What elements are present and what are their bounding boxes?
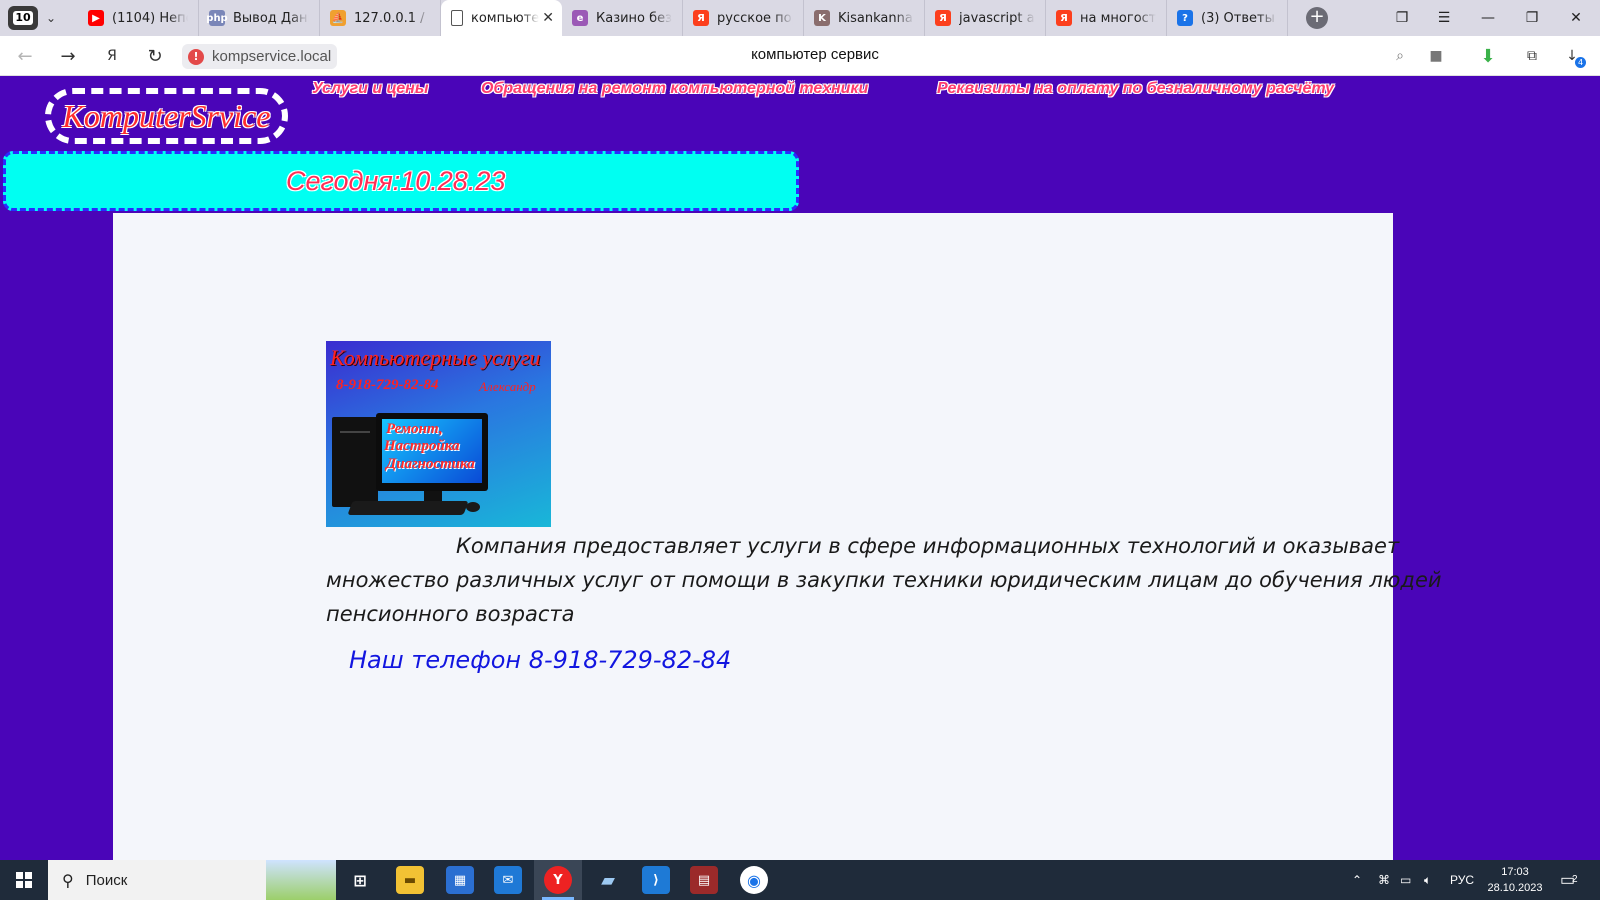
browser-tab[interactable]: ? (3) Ответы М — [1167, 0, 1288, 36]
phpmyadmin-icon: ⛵ — [330, 10, 346, 26]
clock-date: 28.10.2023 — [1487, 882, 1543, 894]
network-icon[interactable]: ▭ — [1400, 860, 1411, 900]
taskbar-search[interactable]: ⚲ Поиск — [48, 860, 336, 900]
banner-service-setup: Настройка — [384, 438, 460, 454]
restore-button[interactable]: ❐ — [1510, 0, 1554, 36]
yandex-browser-taskbar-button[interactable]: Y — [534, 860, 582, 900]
keyboard-graphic — [347, 501, 469, 515]
clock-time: 17:03 — [1501, 866, 1529, 878]
download-arrow-icon[interactable]: ⬇ — [1476, 44, 1500, 68]
date-box: Сегодня:10.28.23 — [3, 151, 799, 211]
browser-tab-label: 127.0.0.1 / 12 — [354, 10, 430, 26]
nav-link-services[interactable]: Услуги и цены — [312, 80, 429, 98]
address-bar: ← → Я ↻ ! kompservice.local компьютер се… — [0, 36, 1600, 76]
banner-name: Александр — [479, 379, 536, 394]
contact-phone: Наш телефон 8-918-729-82-84 — [349, 646, 732, 674]
browser-tab-label: (3) Ответы М — [1201, 10, 1277, 26]
yandex-icon: Я — [1056, 10, 1072, 26]
banner-service-diagnostics: Диагностика — [386, 456, 475, 472]
casino-icon: e — [572, 10, 588, 26]
page-icon — [451, 10, 463, 26]
notification-count: 2 — [1572, 874, 1578, 885]
site-logo[interactable]: KomputerSrvice — [45, 88, 288, 144]
downloads-count-badge: 4 — [1575, 57, 1586, 68]
mouse-graphic — [466, 502, 480, 512]
nav-link-payment-details[interactable]: Реквизиты на оплату по безналичному расч… — [937, 80, 1334, 98]
today-date: Сегодня:10.28.23 — [286, 166, 506, 196]
windmill-search-highlight-image — [266, 860, 336, 900]
browser-tab-label: Вывод Данн — [233, 10, 309, 26]
extensions-icon[interactable]: ⧉ — [1520, 44, 1544, 68]
browser-tab-label: (1104) Непоп — [112, 10, 188, 26]
bookmarks-panel-icon[interactable]: ❐ — [1380, 0, 1424, 36]
browser-tab-strip: 10 ⌄ ▶ (1104) Непоп php Вывод Данн ⛵ 127.0.0.… — [0, 0, 1600, 36]
browser-tab-label: Kisankanna: I — [838, 10, 914, 26]
meet-now-icon[interactable]: ⌘ — [1378, 860, 1390, 900]
banner-phone: 8-918-729-82-84 — [336, 377, 439, 393]
show-hidden-icons-button[interactable]: ⌃ — [1352, 860, 1362, 900]
browser-tab-label: компьюте — [471, 10, 540, 26]
windows-taskbar: ⚲ Поиск ⊞ ▬ ▦ ✉ Y ▰ ⟩ ▤ ◉ ⌃ ⌘ ▭ 🔈︎ РУС 1… — [0, 860, 1600, 900]
system-clock[interactable]: 17:03 28.10.2023 — [1480, 864, 1550, 896]
volume-icon[interactable]: 🔈︎ — [1424, 860, 1431, 900]
taskbar-search-placeholder: Поиск — [85, 871, 128, 889]
microsoft-store-icon[interactable]: ▦ — [446, 866, 474, 894]
mail-icon[interactable]: ✉ — [494, 866, 522, 894]
page-title: компьютер сервис — [751, 46, 879, 63]
file-explorer-icon[interactable]: ▬ — [396, 866, 424, 894]
yandex-browser-icon: Y — [544, 866, 572, 894]
pc-tower-graphic — [332, 417, 378, 507]
browser-tab-label: javascript ан — [959, 10, 1035, 26]
browser-tab-label: русское пор — [717, 10, 793, 26]
search-icon[interactable]: ⌕ — [1388, 44, 1412, 68]
tab-count-button[interactable]: 10 — [8, 6, 38, 30]
tab-list: ▶ (1104) Непоп php Вывод Данн ⛵ 127.0.0.1 / 1… — [78, 0, 1288, 36]
browser-tab-label: на многостр — [1080, 10, 1156, 26]
yandex-icon: Я — [935, 10, 951, 26]
notifications-icon[interactable]: ▭ 2 — [1560, 860, 1578, 900]
php-icon: php — [206, 10, 228, 26]
chrome-icon[interactable]: ◉ — [740, 866, 768, 894]
chevron-down-icon[interactable]: ⌄ — [40, 8, 62, 28]
remote-desktop-icon[interactable]: ▰ — [594, 866, 622, 894]
menu-icon[interactable]: ☰ — [1422, 0, 1466, 36]
service-banner-image: Компьютерные услуги 8-918-729-82-84 Алек… — [326, 341, 551, 527]
browser-tab[interactable]: Яjavascript ан — [925, 0, 1046, 36]
browser-tab[interactable]: ▶ (1104) Непоп — [78, 0, 199, 36]
yandex-icon: Я — [693, 10, 709, 26]
web-page: KomputerSrvice Услуги и цены Обращения н… — [0, 76, 1600, 860]
banner-title: Компьютерные услуги — [330, 345, 541, 370]
nav-link-repair-requests[interactable]: Обращения на ремонт компьютерной техники — [481, 80, 868, 98]
company-description: Компания предоставляет услуги в сфере ин… — [326, 534, 1442, 626]
answers-icon: ? — [1177, 10, 1193, 26]
browser-tab[interactable]: K Kisankanna: I — [804, 0, 925, 36]
close-window-button[interactable]: ✕ — [1554, 0, 1598, 36]
tab-count-badge: 10 — [13, 11, 33, 25]
task-view-icon[interactable]: ⊞ — [346, 866, 374, 894]
browser-tab[interactable]: e Казино без д — [562, 0, 683, 36]
browser-tab[interactable]: Яна многостр — [1046, 0, 1167, 36]
kisankanna-icon: K — [814, 10, 830, 26]
monitor-stand-graphic — [424, 491, 442, 501]
browser-tab[interactable]: php Вывод Данн — [199, 0, 320, 36]
vscode-icon[interactable]: ⟩ — [642, 866, 670, 894]
new-tab-button[interactable]: + — [1306, 7, 1328, 29]
start-button[interactable] — [0, 860, 48, 900]
browser-tab[interactable]: компьюте ✕ — [441, 0, 562, 36]
browser-tab[interactable]: Ярусское пор — [683, 0, 804, 36]
banner-service-repair: Ремонт, — [386, 421, 443, 437]
downloads-icon[interactable]: ↓ 4 — [1560, 44, 1586, 68]
input-language[interactable]: РУС — [1450, 860, 1474, 900]
bookmark-icon[interactable]: ■ — [1424, 44, 1448, 68]
winrar-icon[interactable]: ▤ — [690, 866, 718, 894]
search-icon: ⚲ — [62, 870, 74, 890]
minimize-button[interactable]: — — [1466, 0, 1510, 36]
close-tab-icon[interactable]: ✕ — [542, 10, 554, 26]
browser-tab[interactable]: ⛵ 127.0.0.1 / 12 — [320, 0, 441, 36]
browser-tab-label: Казино без д — [596, 10, 672, 26]
youtube-icon: ▶ — [88, 10, 104, 26]
logo-text: KomputerSrvice — [62, 97, 271, 134]
windows-logo-icon — [16, 872, 32, 888]
